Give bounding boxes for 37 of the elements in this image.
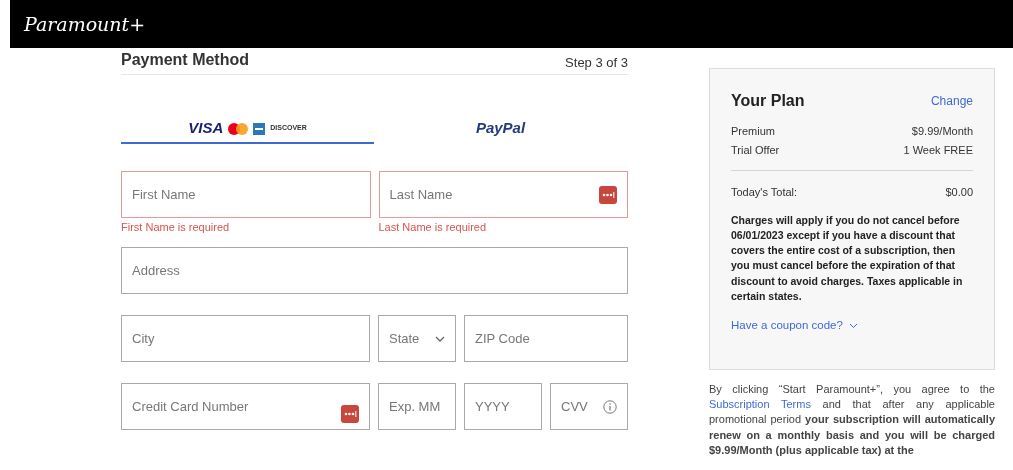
plan-label: Premium: [731, 124, 775, 139]
plan-label: Trial Offer: [731, 143, 780, 158]
error-message: Last Name is required: [378, 220, 488, 234]
paypal-logo: PayPal: [475, 118, 526, 139]
plan-value: $9.99/Month: [911, 124, 973, 139]
input-field[interactable]: YYYY: [464, 383, 542, 430]
change-link[interactable]: Change: [930, 92, 973, 110]
input-field[interactable]: Credit Card Number: [121, 383, 370, 430]
password-manager-icon[interactable]: [341, 405, 359, 423]
coupon-link[interactable]: Have a coupon code?: [731, 317, 858, 335]
input-field[interactable]: CVV: [550, 383, 628, 430]
input-field[interactable]: City: [121, 315, 370, 362]
input-field[interactable]: Address: [121, 247, 628, 294]
password-manager-icon[interactable]: [599, 185, 617, 204]
page-title: Payment Method: [121, 50, 249, 70]
terms-text: By clicking “Start Paramount+”, you agree to the Subscription Terms and that after any applicable promotional period your subscription will automatically renew on a monthly basis and you will be charged $9.99/Month (plus applicable tax) at the: [709, 382, 995, 458]
input-field[interactable]: First Name: [121, 171, 371, 218]
plan-value: 1 Week FREE: [903, 143, 973, 158]
total-label: Today's Total:: [731, 185, 798, 200]
input-field[interactable]: Last Name: [378, 171, 628, 218]
charges-notice: Charges will apply if you do not cancel before 06/01/2023 except if you have a discount that covers the entire cost of a subscription, then you must cancel before the expiration of that discount to avoid charges. Taxes applicable in certain states.: [731, 212, 964, 304]
plan-title: Your Plan: [731, 91, 805, 111]
info-icon[interactable]: [603, 399, 617, 414]
logo[interactable]: Paramount+: [24, 9, 146, 39]
input-field[interactable]: ZIP Code: [464, 315, 628, 362]
visa-logo: VISA: [188, 118, 224, 139]
paypal-tab[interactable]: PayPal: [374, 115, 627, 144]
chevron-down-icon: [435, 335, 445, 342]
total-value: $0.00: [945, 185, 973, 200]
subscription-terms-link[interactable]: Subscription Terms: [709, 398, 811, 411]
state-select[interactable]: State: [378, 315, 456, 362]
input-field[interactable]: Exp. MM: [378, 383, 456, 430]
error-message: First Name is required: [121, 220, 231, 234]
chevron-down-icon: [848, 322, 858, 329]
step-indicator: Step 3 of 3: [565, 53, 628, 72]
mastercard-icon: [228, 122, 249, 135]
amex-icon: [253, 122, 266, 135]
